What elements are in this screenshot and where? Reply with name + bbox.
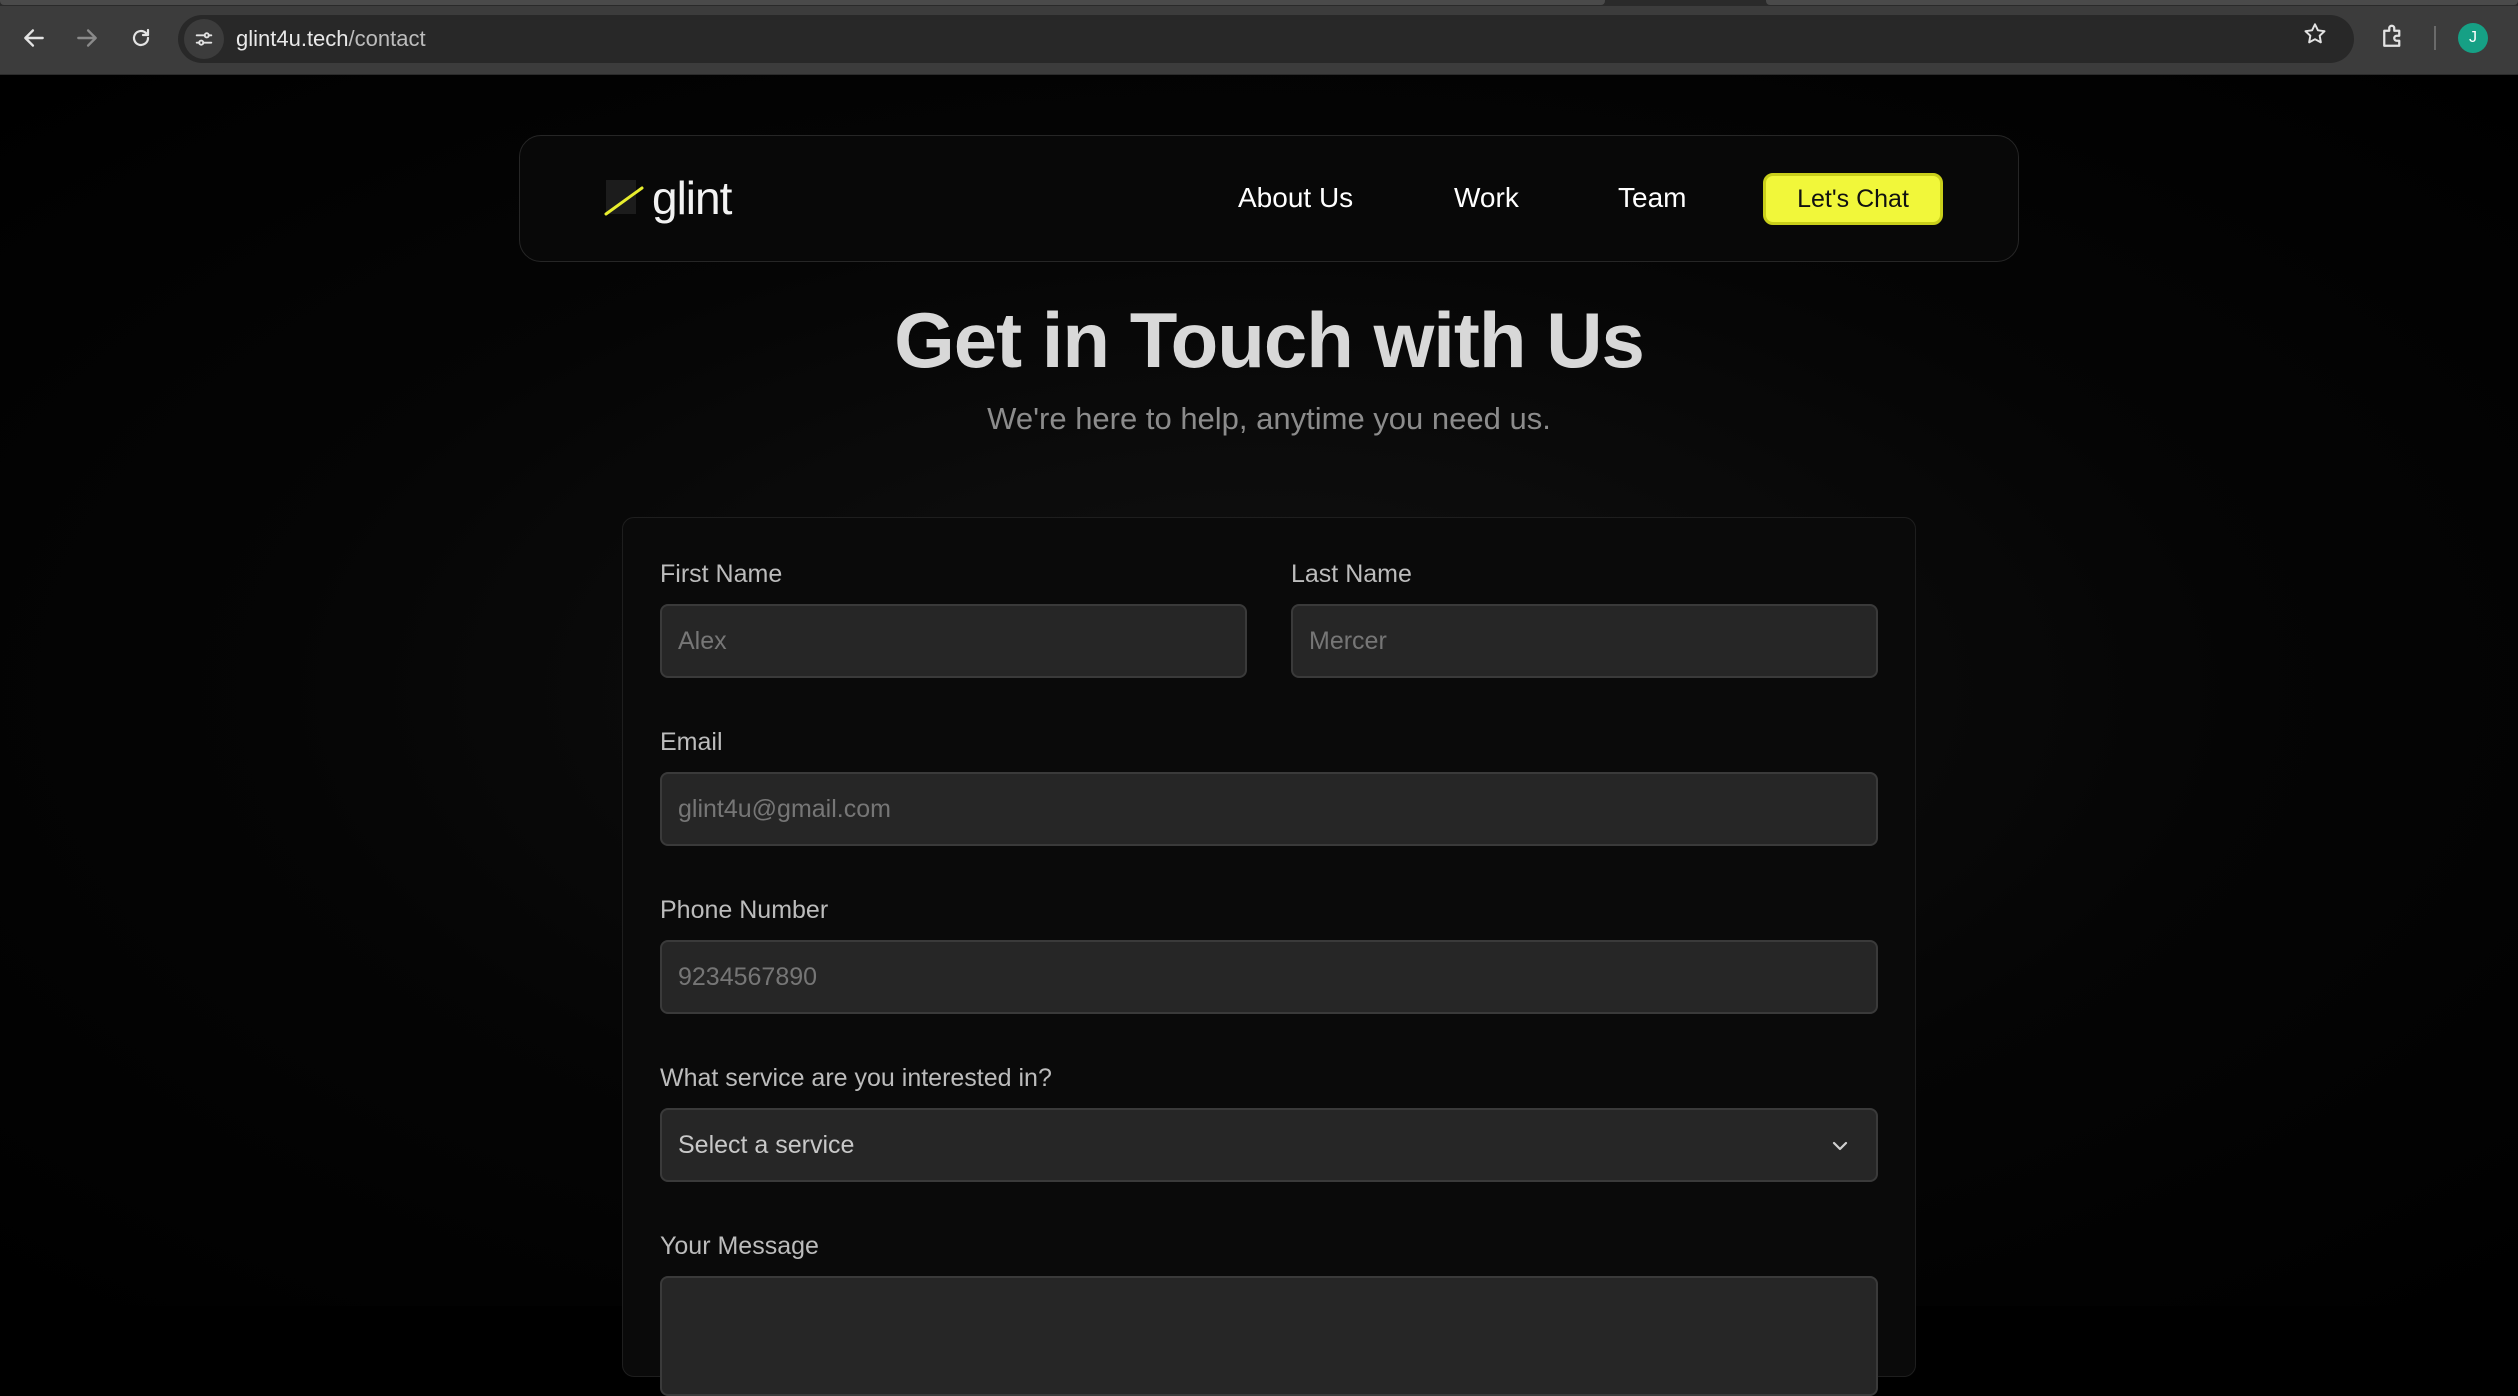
url-path: /contact xyxy=(348,26,426,51)
page-title: Get in Touch with Us xyxy=(894,296,1645,384)
site-logo[interactable]: glint xyxy=(602,168,732,228)
bookmark-star-icon[interactable] xyxy=(2302,21,2328,54)
first-name-placeholder: Alex xyxy=(678,626,727,655)
service-select[interactable]: Select a service xyxy=(660,1108,1878,1182)
browser-toolbar: glint4u.tech/contact J xyxy=(0,0,2518,75)
last-name-label: Last Name xyxy=(1291,560,1412,588)
glint-logo-icon xyxy=(604,180,644,216)
tab-active-indicator[interactable] xyxy=(0,0,1605,5)
phone-field[interactable]: 9234567890 xyxy=(660,940,1878,1014)
service-selected-value: Select a service xyxy=(678,1130,855,1159)
contact-form: First Name Alex Last Name Mercer Email g… xyxy=(622,517,1916,1396)
last-name-placeholder: Mercer xyxy=(1309,626,1387,655)
avatar-initial: J xyxy=(2469,29,2477,46)
site-settings-icon[interactable] xyxy=(184,19,224,59)
nav-link-team[interactable]: Team xyxy=(1618,182,1686,214)
message-label: Your Message xyxy=(660,1232,819,1260)
toolbar-divider xyxy=(2434,26,2436,50)
phone-placeholder: 9234567890 xyxy=(678,962,818,991)
phone-label: Phone Number xyxy=(660,896,829,924)
url-host: glint4u.tech xyxy=(236,26,349,51)
first-name-field[interactable]: Alex xyxy=(660,604,1247,678)
last-name-field[interactable]: Mercer xyxy=(1291,604,1878,678)
logo-text: glint xyxy=(652,172,732,224)
extensions-puzzle-icon[interactable] xyxy=(2378,22,2410,54)
tab-strip xyxy=(0,0,2518,6)
nav-link-work[interactable]: Work xyxy=(1454,182,1519,214)
tab-inactive-indicator[interactable] xyxy=(1766,0,2518,5)
lets-chat-button[interactable]: Let's Chat xyxy=(1763,173,1943,225)
email-field[interactable]: glint4u@gmail.com xyxy=(660,772,1878,846)
address-bar[interactable]: glint4u.tech/contact xyxy=(178,15,2354,63)
email-label: Email xyxy=(660,728,723,756)
forward-icon[interactable] xyxy=(69,20,105,56)
url-text[interactable]: glint4u.tech/contact xyxy=(236,26,426,52)
message-textarea[interactable] xyxy=(660,1276,1878,1396)
reload-icon[interactable] xyxy=(123,20,159,56)
site-navbar: glint About Us Work Team Let's Chat xyxy=(519,135,2019,262)
page-subtitle: We're here to help, anytime you need us. xyxy=(987,401,1551,436)
first-name-label: First Name xyxy=(660,560,783,588)
back-icon[interactable] xyxy=(16,20,52,56)
profile-avatar[interactable]: J xyxy=(2458,23,2488,53)
email-placeholder: glint4u@gmail.com xyxy=(678,794,891,823)
nav-link-about-us[interactable]: About Us xyxy=(1238,182,1353,214)
service-label: What service are you interested in? xyxy=(660,1064,1052,1092)
chevron-down-icon xyxy=(1832,1141,1848,1151)
page-body: glint About Us Work Team Let's Chat Get … xyxy=(0,75,2518,1396)
